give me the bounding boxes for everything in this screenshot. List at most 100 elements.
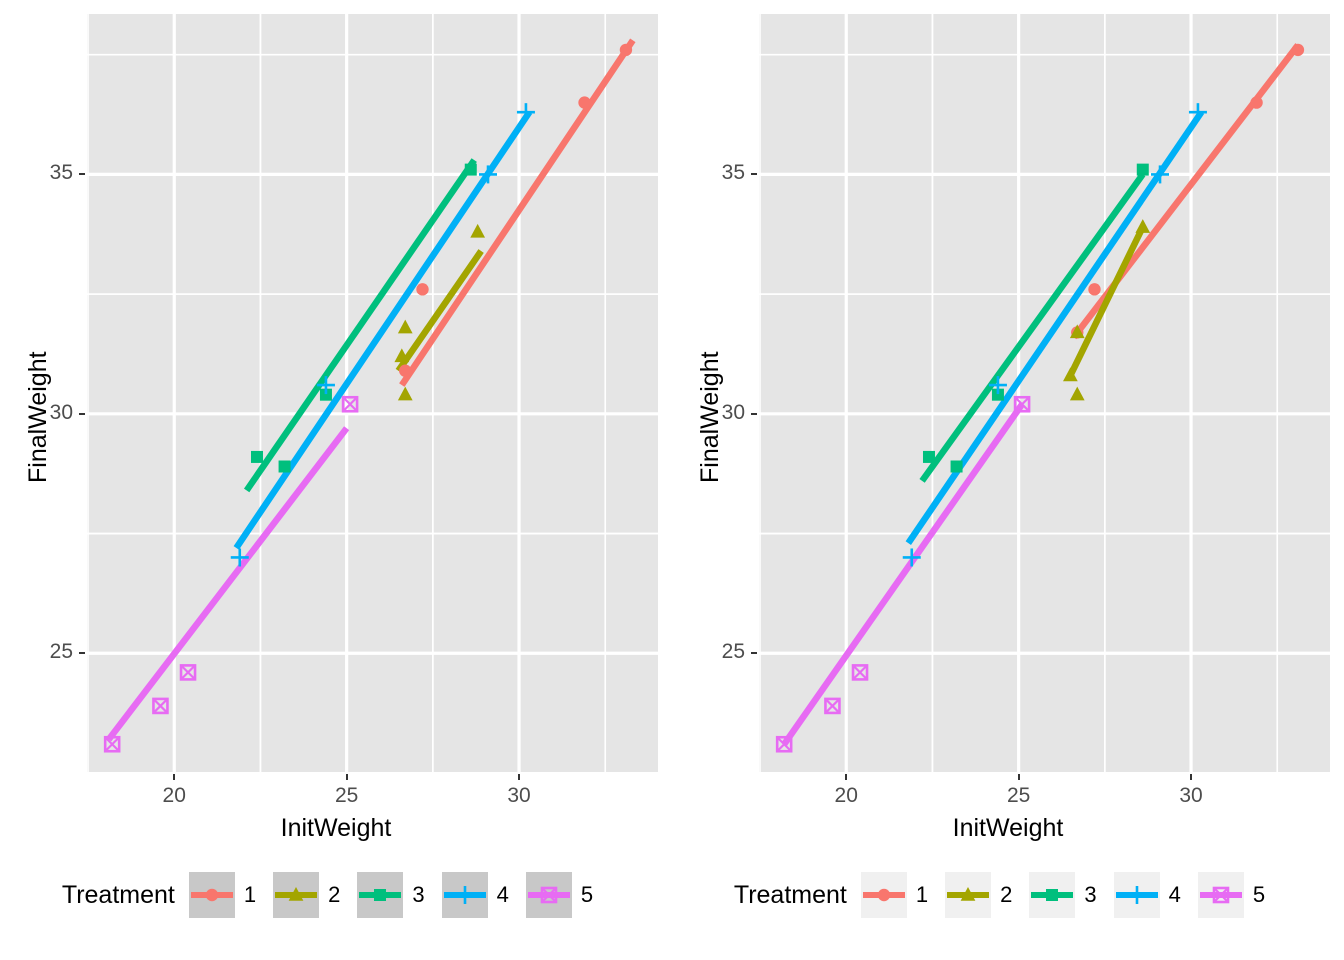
y-tick-mark: [79, 412, 85, 415]
y-tick-mark: [751, 652, 757, 655]
x-tick-label: 20: [162, 784, 186, 807]
marker-circle-icon: [1291, 43, 1305, 57]
legend-key-swatch: [441, 872, 488, 918]
y-tick-mark: [751, 173, 757, 176]
x-tick-mark: [173, 774, 176, 780]
plot-left: FinalWeight InitWeight 25 30 35 20 25 30 Trea…: [0, 0, 672, 960]
y-tick-label: 35: [721, 161, 745, 185]
y-tick-label: 35: [49, 161, 73, 185]
marker-square-icon: [278, 460, 291, 473]
regression-line-treatment-4: [905, 110, 1205, 545]
legend-key-swatch: [525, 872, 572, 918]
legend-key-swatch: [860, 872, 907, 918]
marker-circle-icon: [1088, 283, 1101, 296]
legend-item-treatment-3[interactable]: 3: [357, 872, 433, 918]
marker-circle-icon: [1250, 96, 1263, 109]
marker-plus-icon: [455, 886, 474, 904]
marker-circle-icon: [416, 283, 429, 296]
x-tick-mark: [518, 774, 521, 780]
y-tick-mark: [79, 652, 85, 655]
legend-title-left: Treatment: [61, 880, 175, 909]
legend-item-label: 5: [580, 882, 594, 907]
plot-panel-right: [759, 14, 1330, 772]
legend-item-treatment-2[interactable]: 2: [945, 872, 1021, 918]
figure-root: FinalWeight InitWeight 25 30 35 20 25 30 Trea…: [0, 0, 1344, 960]
legend-item-label: 1: [243, 882, 257, 907]
legend-item-treatment-4[interactable]: 4: [441, 872, 518, 918]
marker-triangle-icon: [1069, 386, 1085, 401]
y-tick-mark: [751, 412, 757, 415]
panel-canvas: [759, 14, 1330, 772]
legend-item-label: 2: [328, 882, 341, 907]
x-tick-label: 20: [834, 784, 858, 807]
marker-square-icon: [374, 889, 387, 901]
y-tick-label: 30: [49, 400, 73, 424]
legend-key-swatch: [1029, 872, 1076, 918]
marker-triangle-icon: [397, 319, 413, 334]
legend-item-treatment-4[interactable]: 4: [1113, 872, 1190, 918]
legend-left: Treatment 1 2 3 4 5: [0, 872, 672, 918]
y-tick-label: 25: [721, 640, 745, 664]
regression-line-treatment-5: [106, 426, 350, 742]
legend-item-label: 3: [412, 882, 425, 907]
marker-square-x-icon: [824, 697, 841, 715]
legend-item-treatment-5[interactable]: 5: [525, 872, 602, 918]
marker-square-x-icon: [851, 664, 869, 681]
legend-key-swatch: [1113, 872, 1160, 918]
legend-key-swatch: [945, 872, 992, 918]
regression-line-treatment-4: [233, 110, 533, 550]
legend-item-label: 4: [1168, 882, 1181, 907]
x-axis-title-left: InitWeight: [280, 814, 392, 842]
legend-item-label: 3: [1084, 882, 1097, 907]
marker-square-icon: [1046, 889, 1059, 901]
plot-right: FinalWeight InitWeight 25 30 35 20 25 30 Trea…: [672, 0, 1344, 960]
marker-square-icon: [922, 450, 935, 463]
x-tick-mark: [845, 774, 848, 780]
marker-triangle-icon: [470, 223, 486, 238]
legend-right: Treatment 1 2 3 4 5: [672, 872, 1344, 918]
x-tick-label: 25: [334, 784, 359, 807]
x-tick-label: 25: [1006, 784, 1031, 807]
y-tick-label: 25: [49, 640, 73, 664]
y-tick-label: 30: [721, 400, 745, 424]
regression-line-treatment-5: [781, 402, 1025, 747]
legend-item-treatment-1[interactable]: 1: [188, 872, 265, 918]
y-tick-mark: [79, 173, 85, 176]
marker-triangle-icon: [1135, 219, 1151, 233]
marker-square-icon: [464, 163, 477, 176]
marker-circle-icon: [578, 96, 591, 109]
marker-circle-icon: [877, 888, 891, 902]
x-tick-label: 30: [507, 784, 531, 807]
regression-line-treatment-3: [919, 172, 1146, 483]
marker-square-icon: [250, 450, 263, 463]
legend-item-label: 1: [915, 882, 929, 907]
legend-item-treatment-3[interactable]: 3: [1029, 872, 1105, 918]
x-tick-mark: [345, 774, 348, 780]
plot-panel-left: [87, 14, 658, 772]
regression-line-treatment-2: [395, 249, 484, 373]
legend-item-treatment-1[interactable]: 1: [860, 872, 937, 918]
marker-circle-icon: [619, 43, 633, 57]
marker-circle-icon: [205, 888, 219, 902]
marker-square-x-icon: [152, 697, 169, 715]
panel-canvas: [87, 14, 658, 772]
legend-item-treatment-5[interactable]: 5: [1197, 872, 1274, 918]
legend-key-swatch: [273, 872, 320, 918]
legend-item-label: 2: [1000, 882, 1013, 907]
marker-plus-icon: [1127, 886, 1146, 904]
legend-key-swatch: [188, 872, 235, 918]
marker-square-icon: [950, 460, 963, 473]
x-tick-mark: [1190, 774, 1193, 780]
legend-item-label: 4: [496, 882, 509, 907]
legend-item-label: 5: [1252, 882, 1266, 907]
legend-key-swatch: [357, 872, 404, 918]
marker-circle-icon: [399, 364, 412, 377]
legend-title-right: Treatment: [733, 880, 847, 909]
x-axis-title-right: InitWeight: [952, 814, 1064, 842]
x-tick-label: 30: [1179, 784, 1203, 807]
legend-item-treatment-2[interactable]: 2: [273, 872, 349, 918]
legend-key-swatch: [1197, 872, 1244, 918]
x-tick-mark: [1017, 774, 1020, 780]
marker-triangle-icon: [397, 386, 413, 401]
marker-square-x-icon: [179, 664, 197, 681]
